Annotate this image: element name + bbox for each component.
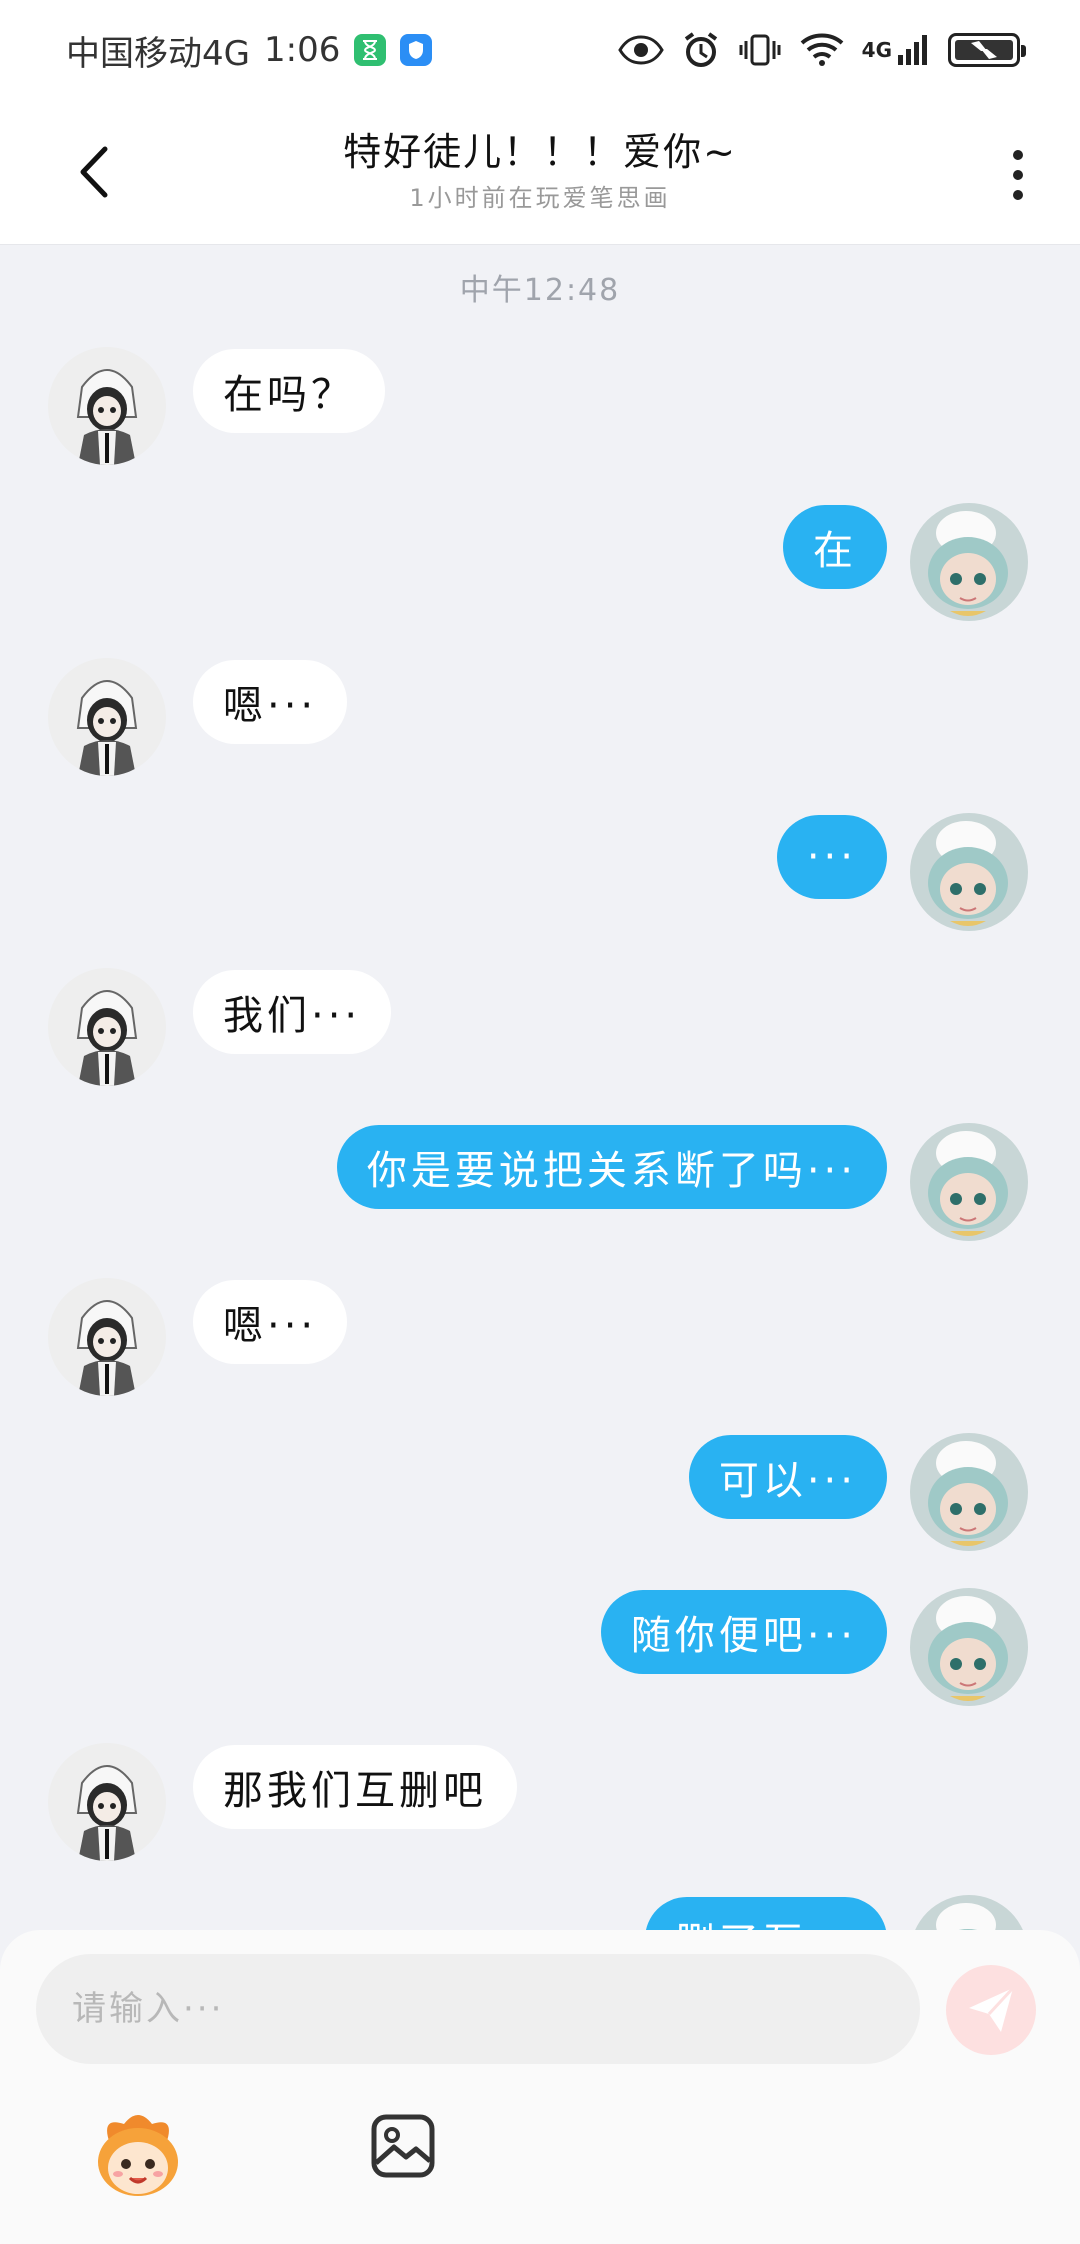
composer <box>0 1930 1080 2244</box>
contact-avatar-image <box>48 1278 166 1396</box>
message-bubble-sent[interactable]: ··· <box>776 815 887 899</box>
message-bubble-received[interactable]: 嗯··· <box>193 1280 348 1364</box>
message-bubble-sent[interactable]: 你是要说把关系断了吗··· <box>336 1125 887 1209</box>
message-list[interactable]: 中午12:48 在吗？ 在 嗯··· ··· 我们··· 你是要说把关系断了吗·… <box>0 245 1080 1930</box>
message-bubble-sent[interactable]: 随你便吧··· <box>600 1590 887 1674</box>
user-avatar-image <box>910 503 1028 621</box>
status-bar: 中国移动4G 1:06 4G <box>0 0 1080 100</box>
mascot-icon <box>98 2115 178 2196</box>
contact-avatar[interactable] <box>48 658 166 776</box>
user-avatar-image <box>910 1895 1028 1930</box>
image-picker-button[interactable] <box>370 2113 436 2179</box>
user-avatar[interactable] <box>910 1588 1028 1706</box>
user-avatar-image <box>910 813 1028 931</box>
chevron-left-icon <box>80 146 108 198</box>
user-avatar-image <box>910 1123 1028 1241</box>
user-avatar[interactable] <box>910 1123 1028 1241</box>
chat-header: 特好徒儿！！！爱你~ 1小时前在玩爱笔思画 <box>0 100 1080 245</box>
message-row: 我们··· <box>0 968 1080 1088</box>
user-avatar[interactable] <box>910 1433 1028 1551</box>
image-icon <box>371 2114 435 2178</box>
message-input[interactable] <box>36 1954 920 2064</box>
user-avatar[interactable] <box>910 503 1028 621</box>
clock: 1:06 <box>263 30 341 70</box>
message-bubble-sent[interactable]: 删了互... <box>644 1897 887 1930</box>
status-left: 中国移动4G 1:06 <box>66 26 433 75</box>
message-timestamp: 中午12:48 <box>459 273 621 308</box>
more-options-button[interactable] <box>996 140 1040 210</box>
eye-icon <box>617 35 664 65</box>
message-row: ··· <box>0 813 1080 933</box>
chat-subtitle: 1小时前在玩爱笔思画 <box>409 184 671 212</box>
alarm-icon <box>684 32 717 67</box>
title-block: 特好徒儿！！！爱你~ 1小时前在玩爱笔思画 <box>200 128 880 213</box>
message-row: 嗯··· <box>0 658 1080 778</box>
contact-avatar[interactable] <box>48 968 166 1086</box>
message-row: 嗯··· <box>0 1278 1080 1398</box>
contact-avatar[interactable] <box>48 347 166 465</box>
user-avatar[interactable] <box>910 813 1028 931</box>
contact-avatar-image <box>48 1743 166 1861</box>
contact-avatar[interactable] <box>48 1743 166 1861</box>
user-avatar-image <box>910 1433 1028 1551</box>
chat-title: 特好徒儿！！！爱你~ <box>343 130 737 174</box>
battery-icon <box>948 33 1026 67</box>
mascot-button[interactable] <box>90 2110 186 2200</box>
message-row: 你是要说把关系断了吗··· <box>0 1123 1080 1243</box>
message-row: 在吗？ <box>0 347 1080 467</box>
message-bubble-received[interactable]: 嗯··· <box>193 660 348 744</box>
more-vertical-icon-dot <box>1013 170 1023 180</box>
contact-avatar-image <box>48 347 166 465</box>
vibrate-icon <box>739 34 781 66</box>
message-row: 那我们互删吧 <box>0 1743 1080 1863</box>
message-row: 删了互... <box>0 1895 1080 1930</box>
message-row: 随你便吧··· <box>0 1588 1080 1708</box>
back-button[interactable] <box>66 142 122 202</box>
shield-app-icon <box>400 34 433 66</box>
contact-avatar-image <box>48 968 166 1086</box>
message-bubble-received[interactable]: 在吗？ <box>193 349 385 433</box>
user-avatar-image <box>910 1588 1028 1706</box>
message-bubble-sent[interactable]: 在 <box>783 505 887 589</box>
contact-avatar-image <box>48 658 166 776</box>
more-vertical-icon-dot <box>1013 150 1023 160</box>
contact-avatar[interactable] <box>48 1278 166 1396</box>
wifi-icon <box>800 33 844 66</box>
message-bubble-received[interactable]: 那我们互删吧 <box>193 1745 517 1829</box>
status-right: 4G <box>617 31 1026 69</box>
message-bubble-received[interactable]: 我们··· <box>193 970 392 1054</box>
user-avatar[interactable] <box>910 1895 1028 1930</box>
message-row: 可以··· <box>0 1433 1080 1553</box>
signal-icon <box>898 35 927 65</box>
network-type: 4G <box>861 38 892 62</box>
message-bubble-sent[interactable]: 可以··· <box>688 1435 887 1519</box>
hourglass-app-icon <box>354 34 387 66</box>
message-row: 在 <box>0 503 1080 623</box>
send-icon <box>969 1986 1015 2032</box>
carrier-label: 中国移动4G <box>66 33 250 74</box>
send-button[interactable] <box>946 1965 1036 2055</box>
more-vertical-icon-dot <box>1013 190 1023 200</box>
